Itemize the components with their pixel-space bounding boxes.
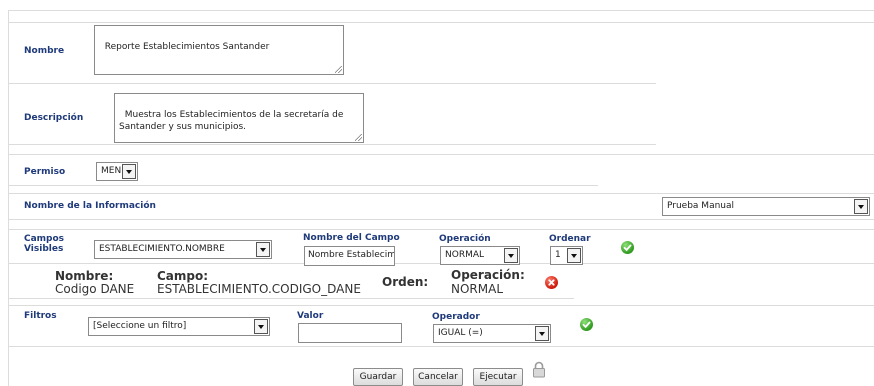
valor-label: Valor <box>297 311 324 321</box>
cancelar-button[interactable]: Cancelar <box>413 368 463 386</box>
check-circle-icon[interactable] <box>621 241 634 254</box>
chevron-down-icon[interactable] <box>122 164 136 179</box>
nombre-campo-value: Nombre Establecimien <box>308 250 394 260</box>
remove-circle-icon[interactable] <box>545 276 558 289</box>
nombre-textarea[interactable]: Reporte Establecimientos Santander <box>94 25 344 75</box>
entry-campo-value: ESTABLECIMIENTO.CODIGO_DANE <box>157 282 361 296</box>
nombre-value: Reporte Establecimientos Santander <box>104 42 270 52</box>
operador-selected: IGUAL (=) <box>438 328 483 338</box>
resize-grip-icon[interactable] <box>355 134 362 141</box>
ordenar-select[interactable]: 1 <box>550 246 583 265</box>
chevron-down-icon[interactable] <box>254 319 268 334</box>
filtro-select[interactable]: [Seleccione un filtro] <box>88 317 270 336</box>
filtros-label: Filtros <box>24 311 57 321</box>
chevron-down-icon[interactable] <box>854 199 868 214</box>
chevron-down-icon[interactable] <box>504 248 518 263</box>
informacion-select[interactable]: Prueba Manual <box>662 197 870 216</box>
campo-select[interactable]: ESTABLECIMIENTO.NOMBRE <box>94 240 272 259</box>
operacion-selected: NORMAL <box>445 250 485 260</box>
filtro-selected: [Seleccione un filtro] <box>93 321 187 331</box>
entry-operacion-value: NORMAL <box>451 282 504 296</box>
chevron-down-icon[interactable] <box>535 326 549 341</box>
check-circle-icon[interactable] <box>580 318 593 331</box>
nombre-label: Nombre <box>24 46 65 56</box>
operador-select[interactable]: IGUAL (=) <box>433 324 551 343</box>
ordenar-label: Ordenar <box>549 234 591 244</box>
ordenar-selected: 1 <box>555 250 561 260</box>
informacion-selected: Prueba Manual <box>667 201 735 211</box>
informacion-label: Nombre de la Información <box>24 201 156 211</box>
permiso-select[interactable]: MEN <box>96 162 138 181</box>
resize-grip-icon[interactable] <box>335 66 342 73</box>
entry-orden-label: Orden: <box>382 275 429 289</box>
ejecutar-button[interactable]: Ejecutar <box>473 368 523 386</box>
valor-input[interactable] <box>298 323 402 343</box>
descripcion-textarea[interactable]: Muestra los Establecimientos de la secre… <box>114 93 364 143</box>
entry-operacion-label: Operación: <box>451 268 525 282</box>
chevron-down-icon[interactable] <box>256 242 270 257</box>
operador-label: Operador <box>432 312 480 322</box>
nombre-campo-input[interactable]: Nombre Establecimien <box>304 246 395 266</box>
entry-nombre-value: Codigo DANE <box>55 282 135 296</box>
nombre-campo-label: Nombre del Campo <box>303 233 400 243</box>
permiso-selected: MEN <box>101 166 122 176</box>
permiso-label: Permiso <box>24 167 66 177</box>
operacion-label: Operación <box>439 234 491 244</box>
chevron-down-icon[interactable] <box>567 248 581 263</box>
descripcion-label: Descripción <box>24 113 84 123</box>
operacion-select[interactable]: NORMAL <box>440 246 520 265</box>
lock-icon <box>532 361 546 378</box>
campos-label-line2: Visibles <box>24 244 64 254</box>
guardar-button[interactable]: Guardar <box>353 368 403 386</box>
campo-selected: ESTABLECIMIENTO.NOMBRE <box>99 244 225 254</box>
descripcion-value: Muestra los Establecimientos de la secre… <box>119 110 347 132</box>
